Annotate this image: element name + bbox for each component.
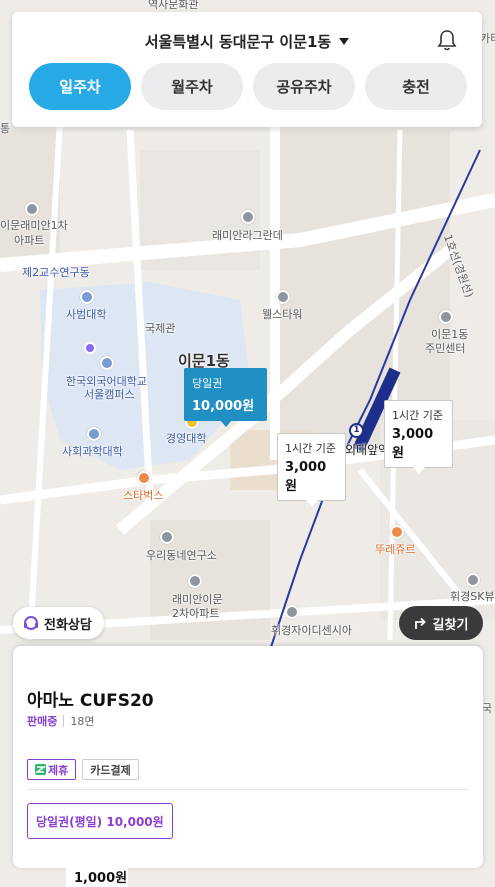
tab-monthly-parking[interactable]: 월주차 — [141, 63, 243, 110]
marker-ticket-type: 1시간 기준 — [285, 442, 336, 455]
map-label-research-building: 제2교수연구동 — [22, 266, 90, 279]
apartment-icon — [466, 573, 480, 587]
tab-charging[interactable]: 충전 — [365, 63, 467, 110]
parking-lot-name: 아마노 CUFS20 — [27, 691, 154, 711]
marker-ticket-type: 1시간 기준 — [392, 409, 443, 422]
parking-detail-card[interactable]: 아마노 CUFS20 판매중 18면 제휴 카드결제 당일권(평일) 10,00… — [13, 646, 483, 868]
caret-down-icon — [339, 37, 350, 45]
phone-consult-button[interactable]: 전화상담 — [13, 607, 104, 639]
apartment-icon — [241, 210, 255, 224]
notification-bell-icon[interactable] — [436, 28, 458, 52]
building-icon — [276, 290, 290, 304]
map-label-community-center-suffix: 주민센터 — [425, 342, 466, 355]
school-icon — [80, 290, 94, 304]
map-label-business-college: 경영대학 — [166, 432, 207, 445]
government-icon — [439, 310, 453, 324]
marker-ticket-type: 당일권 — [192, 377, 223, 390]
map-label-education-college: 사범대학 — [66, 308, 107, 321]
map-label-apartment-2-suffix: 2차아파트 — [172, 607, 220, 620]
tab-shared-parking[interactable]: 공유주차 — [253, 63, 355, 110]
map-label-hwigyeong-xi: 휘경자이디센시아 — [271, 624, 352, 637]
section-divider — [27, 789, 469, 790]
parking-marker-selected[interactable]: 당일권 10,000원 — [184, 368, 267, 427]
map-label-hwigyeong-sk: 휘경SK뷰 — [450, 590, 495, 603]
tab-daily-parking[interactable]: 일주차 — [29, 63, 131, 110]
station-number-badge: 1 — [349, 423, 364, 438]
partner-tag-label: 제휴 — [48, 763, 69, 777]
map-label-station: 외대앞역 — [345, 443, 390, 457]
marker-price: 10,000원 — [192, 399, 255, 414]
parking-type-tabs: 일주차 월주차 공유주차 충전 — [29, 63, 467, 110]
bakery-icon — [390, 525, 404, 539]
map-label-wells-tower: 웰스타워 — [262, 308, 303, 321]
parking-marker[interactable]: 1시간 기준 3,000원 — [384, 400, 453, 474]
sale-status: 판매중 — [27, 715, 58, 728]
partner-logo-icon — [35, 764, 46, 775]
map-label-raemian-grande: 래미안라그란데 — [212, 229, 283, 242]
parking-marker[interactable]: 1시간 기준 3,000원 — [277, 433, 346, 507]
day-ticket-weekday-button[interactable]: 당일권(평일) 10,000원 — [27, 803, 173, 839]
headset-icon — [24, 616, 38, 630]
feature-tags: 제휴 카드결제 — [27, 759, 139, 780]
apartment-icon — [188, 574, 202, 588]
location-text: 서울특별시 동대문구 이문1동 — [144, 32, 332, 51]
location-selector[interactable]: 서울특별시 동대문구 이문1동 — [12, 30, 482, 52]
parking-lot-meta: 판매중 18면 — [27, 713, 95, 729]
space-count: 18면 — [70, 715, 95, 728]
card-payment-tag: 카드결제 — [82, 759, 139, 780]
directions-button[interactable]: 길찾기 — [399, 606, 483, 640]
directions-label: 길찾기 — [432, 617, 469, 633]
marker-price: 3,000원 — [285, 460, 327, 494]
turn-right-arrow-icon — [414, 617, 426, 629]
map-label-community-lab: 우리동네연구소 — [146, 549, 217, 562]
map-label-social-science: 사회과학대학 — [62, 445, 123, 458]
cafe-icon — [137, 471, 151, 485]
partner-tag: 제휴 — [27, 759, 77, 780]
map-label-apartment: 이문래미안1차 — [0, 219, 68, 232]
next-card-price: 1,000원 — [66, 864, 128, 887]
map-label-starbucks: 스타벅스 — [123, 489, 164, 502]
map-label-museum: 역사문화관 — [148, 0, 199, 11]
school-icon — [87, 427, 101, 441]
map-label-edge-left: 통 — [0, 122, 11, 135]
map-label-tous-les-jours: 뚜레쥬르 — [375, 543, 416, 556]
map-label-international-hall: 국제관 — [145, 322, 176, 335]
building-icon — [160, 530, 174, 544]
map-label-edge-right: 국 — [482, 702, 493, 715]
phone-consult-label: 전화상담 — [44, 617, 92, 633]
map-label-edge-top-right: 카티 — [480, 32, 495, 45]
apartment-icon — [25, 202, 39, 216]
map-label-apartment-suffix: 아파트 — [14, 234, 45, 247]
top-panel: 서울특별시 동대문구 이문1동 일주차 월주차 공유주차 충전 — [12, 12, 482, 127]
apartment-icon — [285, 605, 299, 619]
meta-divider — [63, 715, 65, 727]
marker-price: 3,000원 — [392, 427, 434, 461]
current-location-dot — [84, 342, 96, 354]
map-label-campus: 서울캠퍼스 — [84, 388, 135, 401]
university-icon — [100, 356, 114, 370]
